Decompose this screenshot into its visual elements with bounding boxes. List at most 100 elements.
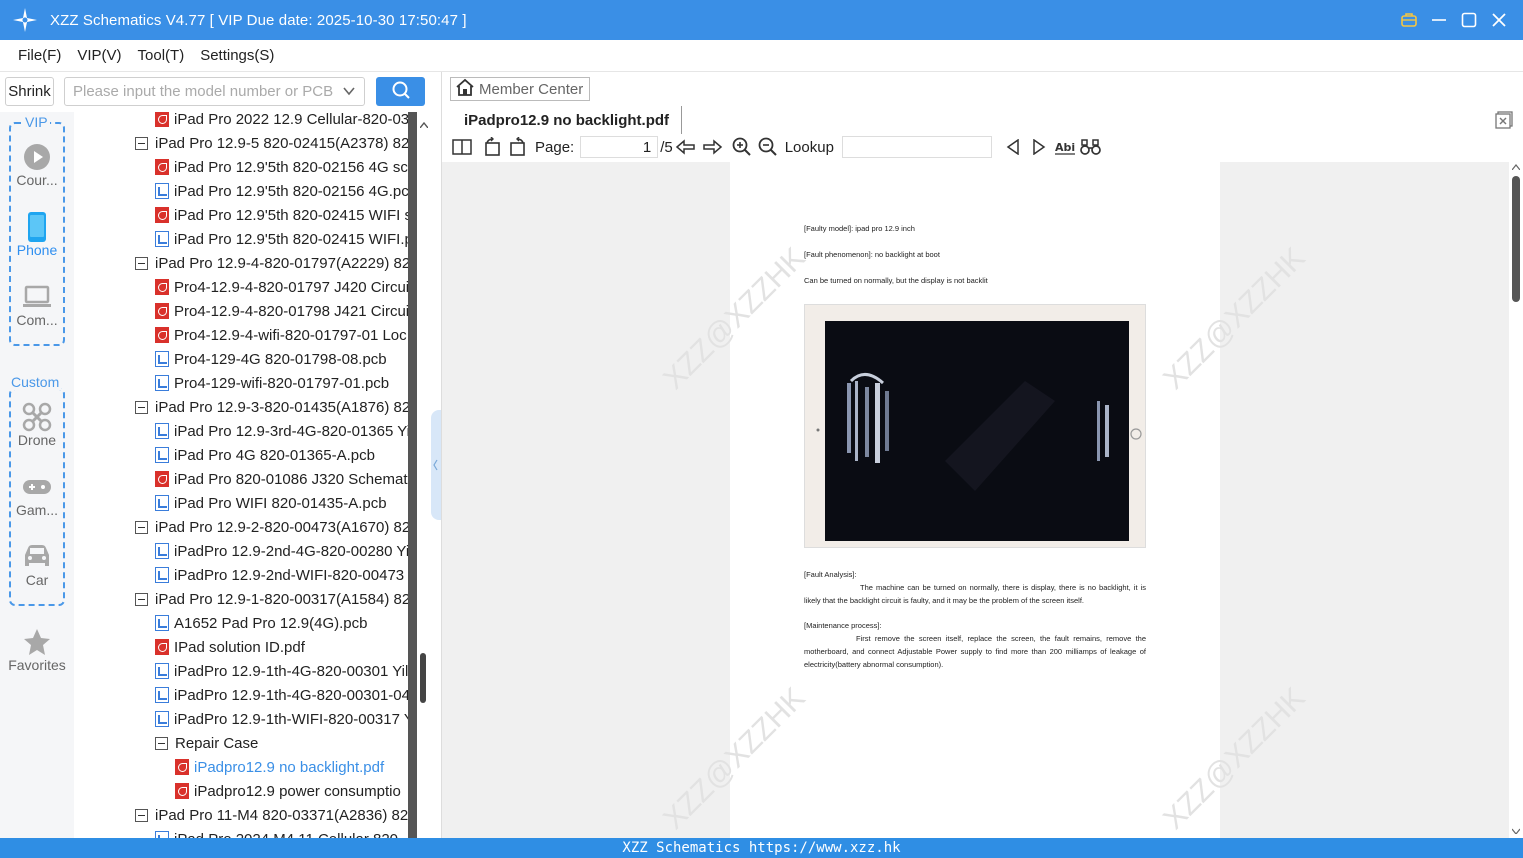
member-center-button[interactable]: Member Center — [450, 77, 591, 101]
menu-settings[interactable]: Settings(S) — [192, 47, 282, 64]
pdf-scrollbar[interactable] — [1509, 162, 1523, 838]
collapse-toggle-icon[interactable] — [155, 736, 168, 750]
nav-drone[interactable]: Drone — [0, 402, 74, 448]
tree-item-label: Pro4-12.9-4-820-01798 J421 Circuit — [174, 302, 408, 320]
tree-file[interactable]: iPadPro 12.9-1th-4G-820-00301 Yil — [155, 659, 408, 683]
tree-file[interactable]: iPad Pro 12.9'5th 820-02156 4G.pcb — [155, 179, 408, 203]
pcb-file-icon — [155, 831, 169, 838]
shrink-button[interactable]: Shrink — [5, 77, 54, 106]
tree-file[interactable]: Pro4-12.9-4-820-01798 J421 Circuit — [155, 299, 408, 323]
scroll-down-icon[interactable] — [1512, 828, 1520, 834]
nav-phone[interactable]: Phone — [0, 212, 74, 258]
tree-item-label: iPad Pro 12.9-1-820-00317(A1584) 82 — [155, 590, 408, 608]
collapse-toggle-icon[interactable] — [135, 256, 148, 270]
nav-game[interactable]: Gam... — [0, 472, 74, 518]
page-number-input[interactable]: 1 — [580, 136, 659, 158]
scroll-up-icon[interactable] — [419, 115, 429, 132]
tree-file[interactable]: iPadPro 12.9-1th-4G-820-00301-04 — [155, 683, 408, 707]
collapse-toggle-icon[interactable] — [135, 592, 148, 606]
nav-phone-label: Phone — [16, 242, 58, 258]
tree-folder[interactable]: iPad Pro 12.9-2-820-00473(A1670) 82 — [135, 515, 408, 539]
tree-folder[interactable]: Repair Case — [155, 731, 258, 755]
zoom-in-icon[interactable] — [729, 135, 755, 159]
window-title: XZZ Schematics V4.77 [ VIP Due date: 202… — [50, 11, 467, 29]
previous-page-icon[interactable] — [673, 135, 699, 159]
tree-scrollbar[interactable] — [408, 112, 432, 838]
find-previous-icon[interactable] — [1000, 135, 1026, 159]
tree-file[interactable]: iPadpro12.9 no backlight.pdf — [175, 755, 384, 779]
collapse-toggle-icon[interactable] — [135, 808, 148, 822]
collapse-toggle-icon[interactable] — [135, 520, 148, 534]
tree-file[interactable]: Pro4-129-4G 820-01798-08.pcb — [155, 347, 387, 371]
nav-courses[interactable]: Cour... — [0, 142, 74, 188]
rotate-right-icon[interactable] — [505, 135, 531, 159]
scroll-up-icon[interactable] — [1512, 164, 1520, 170]
menu-tool[interactable]: Tool(T) — [130, 47, 193, 64]
tree-folder[interactable]: iPad Pro 12.9-1-820-00317(A1584) 82 — [135, 587, 408, 611]
tree-file[interactable]: Pro4-12.9-4-wifi-820-01797-01 Loc — [155, 323, 407, 347]
tree-item-label: iPad Pro WIFI 820-01435-A.pcb — [174, 494, 387, 512]
maximize-icon[interactable] — [1459, 10, 1479, 30]
search-input[interactable]: Please input the model number or PCB — [64, 77, 365, 106]
menu-file[interactable]: File(F) — [10, 47, 69, 64]
match-case-icon[interactable]: Abi — [1052, 135, 1078, 159]
close-icon[interactable] — [1489, 10, 1509, 30]
tree-folder[interactable]: iPad Pro 11-M4 820-03371(A2836) 82 — [135, 803, 408, 827]
star-icon — [0, 627, 74, 657]
tree-item-label: iPad Pro 12.9-3-820-01435(A1876) 82 — [155, 398, 408, 416]
rotate-left-icon[interactable] — [479, 135, 505, 159]
tree-item-label: iPad Pro 2024 M4 11 Cellular 820 — [174, 831, 398, 839]
tree-file[interactable]: iPad Pro 2024 M4 11 Cellular 820 — [155, 827, 398, 838]
tree-folder[interactable]: iPad Pro 12.9-4-820-01797(A2229) 82 — [135, 251, 408, 275]
lookup-input[interactable] — [841, 136, 992, 158]
tree-file[interactable]: iPad Pro 12.9'5th 820-02415 WIFI.p — [155, 227, 408, 251]
vip-crown-icon[interactable] — [1399, 10, 1419, 30]
pdf-scroll-thumb[interactable] — [1512, 176, 1520, 302]
page-total: /5 — [660, 138, 673, 156]
tree-file[interactable]: Pro4-129-wifi-820-01797-01.pcb — [155, 371, 389, 395]
find-next-icon[interactable] — [1026, 135, 1052, 159]
search-button[interactable] — [376, 77, 425, 106]
tree-file[interactable]: Pro4-12.9-4-820-01797 J420 Circuit — [155, 275, 408, 299]
nav-favorites[interactable]: Favorites — [0, 627, 74, 673]
menu-vip[interactable]: VIP(V) — [69, 47, 129, 64]
tree-file[interactable]: iPad Pro 12.9'5th 820-02156 4G sch — [155, 155, 408, 179]
pcb-file-icon — [155, 687, 169, 703]
panel-collapse-handle[interactable] — [431, 410, 441, 520]
tree-item-label: iPadPro 12.9-2nd-4G-820-00280 Yi — [174, 542, 408, 560]
tree-file[interactable]: A1652 Pad Pro 12.9(4G).pcb — [155, 611, 367, 635]
tree-file[interactable]: iPadPro 12.9-2nd-4G-820-00280 Yi — [155, 539, 408, 563]
nav-computer[interactable]: Com... — [0, 282, 74, 328]
close-tab-icon[interactable] — [1495, 111, 1513, 133]
pcb-file-icon — [155, 615, 169, 631]
pcb-file-icon — [155, 447, 169, 463]
tree-folder[interactable]: iPad Pro 12.9-3-820-01435(A1876) 82 — [135, 395, 408, 419]
collapse-toggle-icon[interactable] — [135, 136, 148, 150]
tree-file[interactable]: iPadPro 12.9-2nd-WIFI-820-00473 — [155, 563, 404, 587]
tree-folder[interactable]: iPad Pro 12.9-5 820-02415(A2378) 820 — [135, 131, 408, 155]
zoom-out-icon[interactable] — [755, 135, 781, 159]
chevron-down-icon[interactable] — [342, 84, 356, 102]
tree-scroll-thumb[interactable] — [420, 653, 426, 703]
tab-document[interactable]: iPadpro12.9 no backlight.pdf — [450, 106, 682, 134]
next-page-icon[interactable] — [699, 135, 725, 159]
home-button-icon — [1130, 428, 1142, 440]
pdf-viewport[interactable]: [Faulty model]: ipad pro 12.9 inch [Faul… — [442, 162, 1509, 838]
binoculars-icon[interactable] — [1078, 135, 1104, 159]
tree-file[interactable]: iPadpro12.9 power consumptio — [175, 779, 401, 803]
tree-file[interactable]: iPad Pro 2022 12.9 Cellular-820-03 — [155, 112, 408, 131]
play-circle-icon — [0, 142, 74, 172]
tree-file[interactable]: IPad solution ID.pdf — [155, 635, 305, 659]
collapse-toggle-icon[interactable] — [135, 400, 148, 414]
tree-file[interactable]: iPad Pro 12.9'5th 820-02415 WIFI s — [155, 203, 408, 227]
tree-item-label: iPad Pro 12.9'5th 820-02415 WIFI s — [174, 206, 408, 224]
minimize-icon[interactable] — [1429, 10, 1449, 30]
tree-file[interactable]: iPad Pro 4G 820-01365-A.pcb — [155, 443, 375, 467]
tree-item-label: A1652 Pad Pro 12.9(4G).pcb — [174, 614, 368, 632]
nav-car[interactable]: Car — [0, 542, 74, 588]
tree-file[interactable]: iPad Pro WIFI 820-01435-A.pcb — [155, 491, 387, 515]
tree-file[interactable]: iPad Pro 12.9-3rd-4G-820-01365 Yi — [155, 419, 408, 443]
tree-file[interactable]: iPadPro 12.9-1th-WIFI-820-00317 Y — [155, 707, 408, 731]
sidebar-toggle-icon[interactable] — [449, 135, 475, 159]
tree-file[interactable]: iPad Pro 820-01086 J320 Schemati — [155, 467, 408, 491]
